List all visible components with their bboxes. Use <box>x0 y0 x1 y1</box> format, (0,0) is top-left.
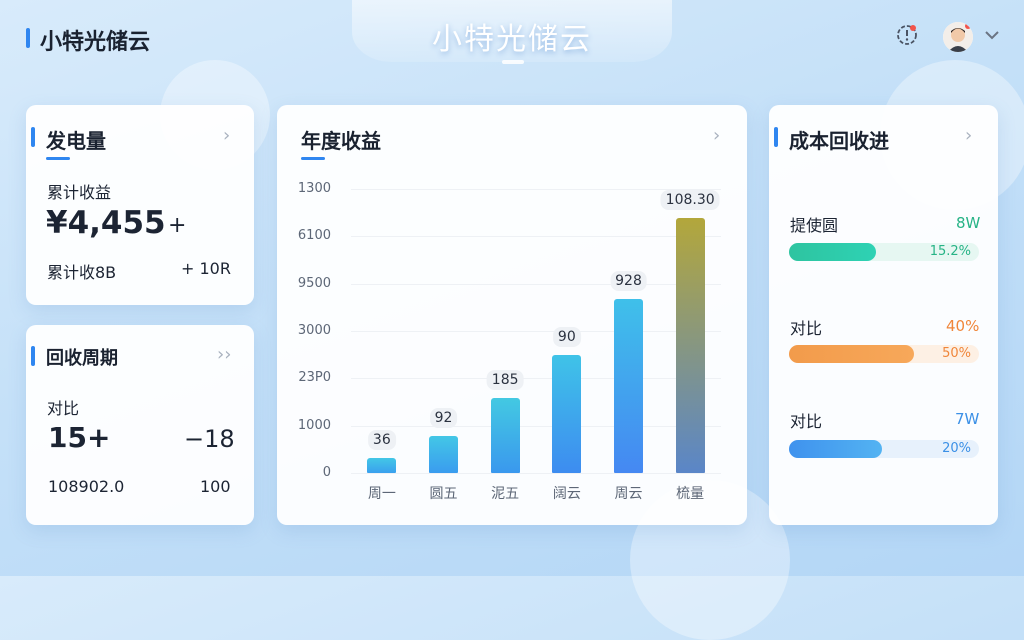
card-accent-bar <box>31 127 35 147</box>
double-chevron-right-icon[interactable]: ›› <box>217 344 231 365</box>
chevron-right-icon[interactable]: › <box>223 125 230 146</box>
progress-percent: 20% <box>942 441 971 456</box>
bar-data-label: 36 <box>367 430 396 451</box>
grid-line <box>351 425 721 427</box>
title-accent-bar <box>26 28 30 48</box>
annual-income-chart: 1300 6100 9500 3000 23P0 1000 0 36 周一 92 圆五 185 泥五 90… <box>291 175 731 505</box>
cost-item-value: 7W <box>955 410 980 428</box>
cost-item-label: 对比 <box>790 319 823 338</box>
y-tick-label: 3000 <box>297 323 331 338</box>
cost-recovery-card: 成本回收进 › 提使圆 8W 15.2% 对比 40% 50% 对比 7W 20… <box>769 105 998 525</box>
x-category-label: 周云 <box>614 486 643 502</box>
y-tick-label: 23P0 <box>298 370 331 386</box>
progress-percent: 15.2% <box>929 244 971 259</box>
card-accent-bar <box>31 346 35 366</box>
progress-fill <box>789 345 915 363</box>
progress-bar: 15.2% <box>789 243 979 261</box>
grid-line <box>351 378 721 380</box>
chart-bar[interactable] <box>552 355 582 473</box>
grid-line <box>351 283 721 285</box>
power-card: 发电量 › 累计收益 ¥4,455 + 累计收8B + 10R <box>26 105 254 305</box>
cycle-row-left: 108902.0 <box>48 477 125 496</box>
cumulative-row-label: 累计收8B <box>47 263 117 282</box>
cost-item-value: 40% <box>946 317 980 335</box>
cost-item-label: 对比 <box>790 412 823 431</box>
progress-bar: 20% <box>789 440 979 458</box>
x-category-label: 泥五 <box>491 486 520 502</box>
chevron-down-icon[interactable] <box>984 28 1000 42</box>
chevron-right-icon[interactable]: › <box>713 125 720 146</box>
bar-data-label: 90 <box>552 327 581 348</box>
title-indicator <box>502 60 524 64</box>
grid-line <box>351 236 721 238</box>
cycle-right-value: −18 <box>184 425 235 453</box>
chevron-right-icon[interactable]: › <box>965 125 972 146</box>
chart-bar[interactable] <box>367 458 397 473</box>
card-title: 发电量 <box>46 129 106 153</box>
card-title: 年度收益 <box>301 129 381 153</box>
cycle-row-right: 100 <box>200 477 231 496</box>
y-tick-label: 1000 <box>297 417 331 433</box>
progress-percent: 50% <box>942 346 971 361</box>
x-category-label: 阔云 <box>552 486 581 502</box>
bar-data-label: 108.30 <box>660 190 720 211</box>
top-bar: 小特光储云 小特光储云 <box>0 0 1024 70</box>
progress-bar: 50% <box>789 345 979 363</box>
chart-bar[interactable] <box>429 435 458 473</box>
bar-data-label: 92 <box>429 407 458 428</box>
x-category-label: 周一 <box>367 486 396 502</box>
compare-label: 对比 <box>47 399 80 418</box>
y-tick-label: 1300 <box>297 181 331 196</box>
chart-bar[interactable] <box>490 397 520 473</box>
cumulative-income-value: ¥4,455 <box>46 205 166 241</box>
bar-data-label: 185 <box>486 369 524 390</box>
progress-fill <box>789 440 883 458</box>
payback-cycle-card: 回收周期 ›› 对比 15+ −18 108902.0 100 <box>26 325 254 525</box>
user-avatar[interactable] <box>943 22 973 52</box>
cumulative-income-suffix: + <box>168 213 187 238</box>
alert-clock-icon[interactable] <box>896 24 918 46</box>
card-title-underline <box>46 157 70 160</box>
cost-item-label: 提使圆 <box>790 216 839 235</box>
bar-data-label: 928 <box>610 271 647 292</box>
cumulative-row-value: + 10R <box>181 259 231 278</box>
x-category-label: 圆五 <box>429 486 458 502</box>
card-title-underline <box>301 157 325 160</box>
card-accent-bar <box>774 127 778 147</box>
grid-line <box>351 331 721 332</box>
chart-bar[interactable] <box>675 218 705 473</box>
card-title: 回收周期 <box>46 348 118 369</box>
cost-item-value: 8W <box>956 214 981 232</box>
cumulative-income-label: 累计收益 <box>47 183 112 202</box>
y-tick-label: 6100 <box>297 228 331 244</box>
page-title: 小特光储云 <box>432 22 592 57</box>
y-tick-label: 0 <box>322 465 331 480</box>
card-title: 成本回收进 <box>789 129 889 153</box>
progress-fill <box>789 243 877 261</box>
avatar-icon <box>943 22 973 52</box>
y-tick-label: 9500 <box>297 275 331 291</box>
annual-income-card: 年度收益 › 1300 6100 9500 3000 23P0 1000 0 36 周一 92 圆五… <box>277 105 747 525</box>
app-name: 小特光储云 <box>40 30 151 55</box>
chart-bar[interactable] <box>614 299 643 473</box>
grid-line <box>351 473 721 474</box>
x-category-label: 梳量 <box>676 486 705 502</box>
cycle-left-value: 15+ <box>48 421 111 454</box>
